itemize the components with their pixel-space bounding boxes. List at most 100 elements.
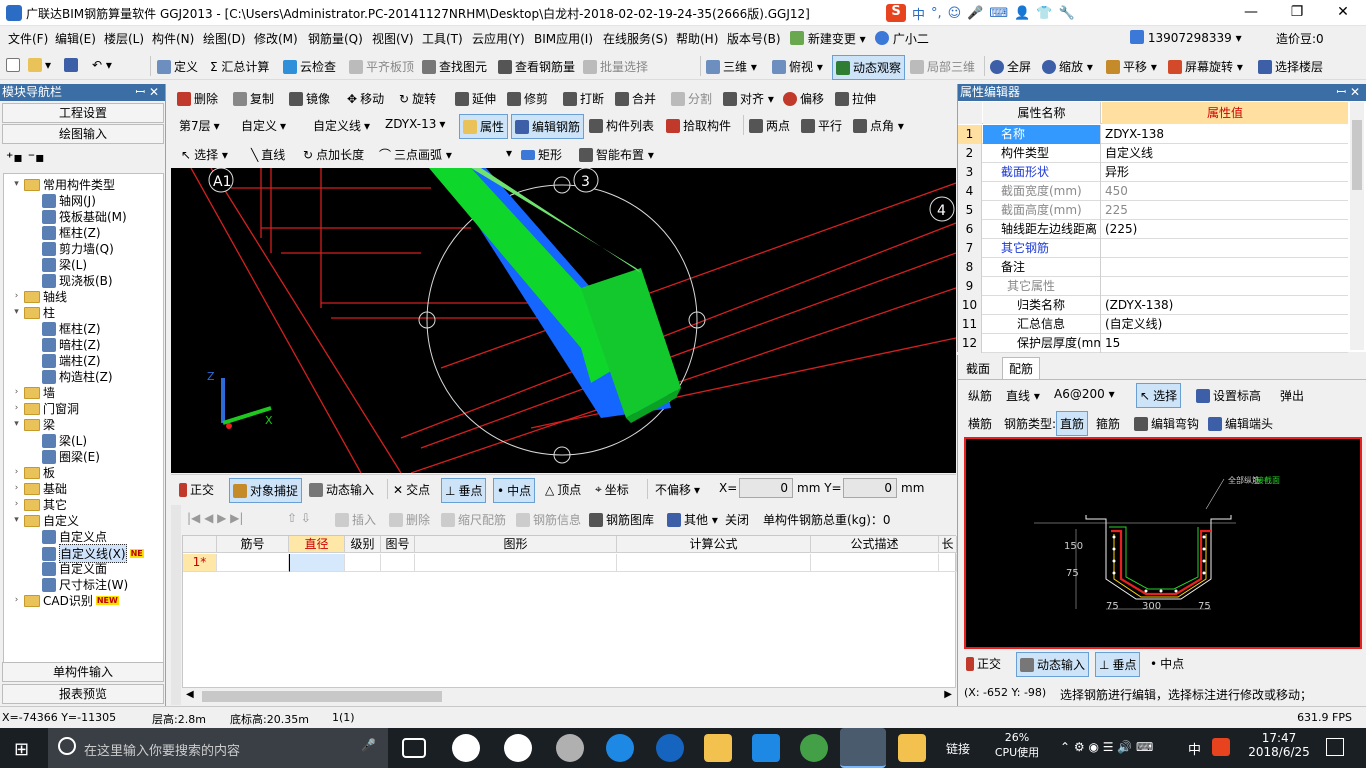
extend-button[interactable]: 延伸 xyxy=(455,90,496,107)
dropdown-arrow-icon[interactable]: ▾ xyxy=(506,146,512,160)
cpu-widget[interactable]: 26% CPU使用 xyxy=(990,731,1044,760)
expand-icon[interactable]: › xyxy=(12,468,21,477)
find-element-button[interactable]: 查找图元 xyxy=(422,58,487,75)
edit-end-button[interactable]: 编辑端头 xyxy=(1208,415,1273,432)
prop-row[interactable]: 11 汇总信息 (自定义线) xyxy=(958,315,1348,334)
other-button[interactable]: 其他 ▾ xyxy=(667,511,718,528)
wrench-icon[interactable]: 🔧 xyxy=(1059,6,1075,21)
tab-section[interactable]: 截面 xyxy=(962,359,994,379)
name-select[interactable]: ZDYX-13 ▾ xyxy=(385,117,445,131)
coordinate-snap[interactable]: ⌖ 坐标 xyxy=(595,481,629,498)
col-shape[interactable]: 图形 xyxy=(415,536,617,553)
expand-icon[interactable]: › xyxy=(12,484,21,493)
pick-component-button[interactable]: 拾取构件 xyxy=(666,117,731,134)
collapse-icon[interactable]: ▾ xyxy=(12,420,21,429)
ortho-toggle[interactable]: 正交 xyxy=(179,481,214,498)
preview-midpoint-toggle[interactable]: • 中点 xyxy=(1150,655,1184,672)
tree-item[interactable]: 自定义面 xyxy=(42,560,107,577)
collapse-icon[interactable]: ▾ xyxy=(12,308,21,317)
tray-icons[interactable]: ⌃ ⚙ ◉ ☰ 🔊 ⌨ xyxy=(1060,740,1153,754)
menu-file[interactable]: 文件(F) xyxy=(8,30,48,47)
sogou-tray-icon[interactable] xyxy=(1212,738,1230,756)
tree-item[interactable]: 端柱(Z) xyxy=(42,352,101,369)
tab-reinforcement[interactable]: 配筋 xyxy=(1002,357,1041,379)
select-floor-button[interactable]: 选择楼层 xyxy=(1258,58,1323,75)
nav-first-icon[interactable]: |◀ ◀ ▶ ▶| xyxy=(187,511,243,525)
point-length-button[interactable]: ↻ 点加长度 xyxy=(303,146,364,163)
tree-item[interactable]: 尺寸标注(W) xyxy=(42,576,128,593)
clock[interactable]: 17:47 2018/6/25 xyxy=(1244,731,1314,759)
tree-item[interactable]: 自定义点 xyxy=(42,528,107,545)
project-settings-button[interactable]: 工程设置 xyxy=(2,103,164,123)
menu-cloud[interactable]: 云应用(Y) xyxy=(472,30,525,47)
move-up-down-icon[interactable]: ⇧ ⇩ xyxy=(287,511,311,525)
section-preview[interactable]: 全部纵筋 接截面 150 75 300 75 75 xyxy=(964,437,1362,649)
cell-formula[interactable] xyxy=(617,554,811,572)
object-snap-toggle[interactable]: 对象捕捉 xyxy=(229,478,303,503)
menu-draw[interactable]: 绘图(D) xyxy=(203,30,246,47)
prop-scroll-thumb[interactable] xyxy=(1352,120,1362,190)
prop-vscrollbar[interactable] xyxy=(1350,102,1364,350)
report-preview-button[interactable]: 报表预览 xyxy=(2,684,164,704)
floor-select[interactable]: 第7层 ▾ xyxy=(179,117,220,134)
preview-select-button[interactable]: ↖ 选择 xyxy=(1136,383,1182,408)
cell-formula-desc[interactable] xyxy=(811,554,939,572)
shirt-icon[interactable]: 👕 xyxy=(1036,6,1052,21)
tree-item[interactable]: ▾ 柱 xyxy=(12,304,55,321)
category-select[interactable]: 自定义 ▾ xyxy=(241,117,286,134)
rebar-spec-select[interactable]: A6@200 ▾ xyxy=(1054,387,1115,401)
col-length[interactable]: 长 xyxy=(939,536,957,553)
orbit-button[interactable]: 动态观察 xyxy=(832,55,906,80)
tree-item[interactable]: ▾ 梁 xyxy=(12,416,55,433)
rotate-screen-button[interactable]: 屏幕旋转 ▾ xyxy=(1168,58,1243,75)
line-mode-select[interactable]: 直线 ▾ xyxy=(1006,387,1040,404)
collapse-icon[interactable]: ▾ xyxy=(12,180,21,189)
point-angle-button[interactable]: 点角 ▾ xyxy=(853,117,904,134)
dynamic-input-toggle[interactable]: 动态输入 xyxy=(309,481,374,498)
drawing-input-button[interactable]: 绘图输入 xyxy=(2,124,164,144)
keyboard-icon[interactable]: ⌨ xyxy=(989,6,1008,21)
minimize-button[interactable]: — xyxy=(1228,0,1274,26)
cell-diameter[interactable] xyxy=(289,554,345,572)
tree-item[interactable]: › 门窗洞 xyxy=(12,400,79,417)
smile-icon[interactable]: ☺ xyxy=(948,6,962,21)
rotate-button[interactable]: ↻ 旋转 xyxy=(399,90,436,107)
set-elevation-button[interactable]: 设置标高 xyxy=(1196,387,1261,404)
prop-value[interactable] xyxy=(1102,277,1348,296)
ime-item[interactable]: °, xyxy=(931,6,942,21)
prop-value[interactable]: (ZDYX-138) xyxy=(1102,296,1348,315)
tree-item[interactable]: 构造柱(Z) xyxy=(42,368,113,385)
prop-value[interactable] xyxy=(1102,258,1348,277)
menu-modify[interactable]: 修改(M) xyxy=(254,30,298,47)
col-grade[interactable]: 级别 xyxy=(345,536,381,553)
cell-rebar-no[interactable] xyxy=(217,554,289,572)
notes-icon[interactable] xyxy=(898,734,926,762)
cad-viewport[interactable]: A1 3 4 Z X xyxy=(171,168,956,473)
expand-icon[interactable]: › xyxy=(12,292,21,301)
x-input[interactable]: 0 xyxy=(739,478,793,498)
define-button[interactable]: 定义 xyxy=(157,58,198,75)
prop-value[interactable]: (自定义线) xyxy=(1102,315,1348,334)
tree-item[interactable]: 梁(L) xyxy=(42,432,87,449)
preview-dynamic-input-toggle[interactable]: 动态输入 xyxy=(1016,652,1090,677)
cell-length[interactable] xyxy=(939,554,957,572)
menu-tools[interactable]: 工具(T) xyxy=(422,30,463,47)
scroll-thumb[interactable] xyxy=(202,691,442,702)
menu-floor[interactable]: 楼层(L) xyxy=(104,30,144,47)
popup-button[interactable]: 弹出 xyxy=(1280,387,1304,404)
straight-rebar-button[interactable]: 直筋 xyxy=(1056,411,1089,436)
ime-toolbar[interactable]: S 中 °, ☺ 🎤 ⌨ 👤 👕 🔧 xyxy=(886,3,1086,23)
vertex-snap[interactable]: △ 顶点 xyxy=(545,481,581,498)
mic-icon[interactable]: 🎤 xyxy=(361,738,376,752)
tree-item[interactable]: 框柱(Z) xyxy=(42,320,101,337)
undo-icon[interactable]: ↶ ▾ xyxy=(92,58,112,72)
calc-button[interactable]: Σ 汇总计算 xyxy=(210,58,269,75)
mic-icon[interactable]: 🎤 xyxy=(967,6,983,21)
menu-edit[interactable]: 编辑(E) xyxy=(55,30,96,47)
account-phone[interactable]: 13907298339 ▾ xyxy=(1130,30,1242,45)
three-point-arc-button[interactable]: ⌒ 三点画弧 ▾ xyxy=(379,146,452,163)
internet-explorer-icon[interactable] xyxy=(656,734,684,762)
col-formula-desc[interactable]: 公式描述 xyxy=(811,536,939,553)
new-icon[interactable] xyxy=(6,58,20,72)
menu-online[interactable]: 在线服务(S) xyxy=(603,30,668,47)
